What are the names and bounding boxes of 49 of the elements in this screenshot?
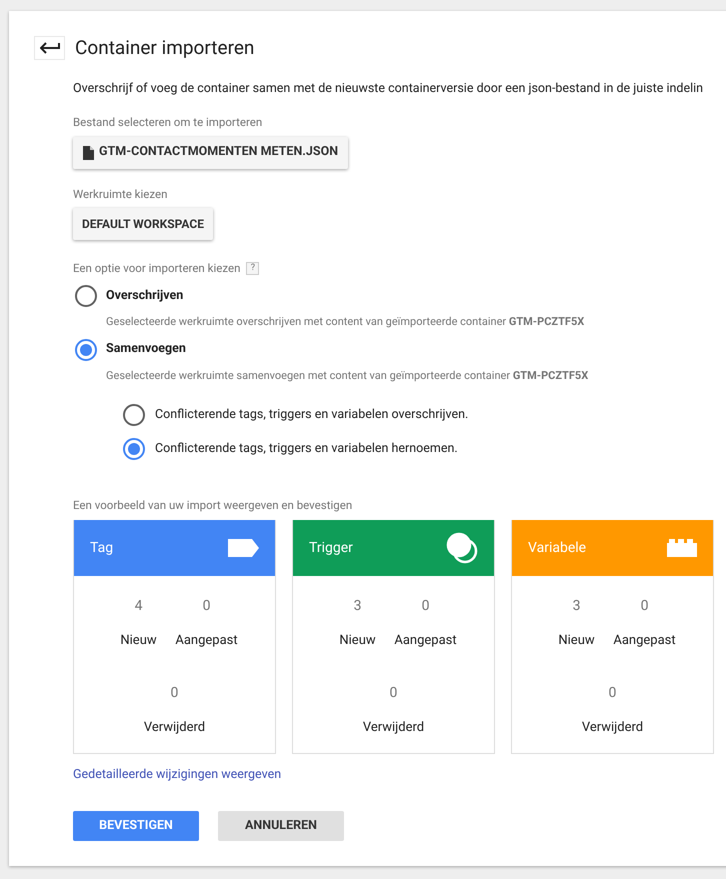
circles-icon <box>446 532 478 564</box>
count: 0 <box>422 597 430 616</box>
count-label: Aangepast <box>613 632 676 650</box>
count-label: Aangepast <box>175 632 238 650</box>
tag-icon <box>228 539 259 558</box>
option-description: Geselecteerde werkruimte samenvoegen met content van geïmporteerde container GTM-PCZTF5X <box>106 368 590 384</box>
option-label: Samenvoegen <box>106 340 186 358</box>
card-title: Trigger <box>309 538 353 558</box>
option-label: Overschrijven <box>106 286 184 305</box>
option-label: Conflicterende tags, triggers en variabelen overschrijven. <box>155 406 468 424</box>
count-label: Verwijderd <box>144 718 206 737</box>
card-title: Variabele <box>528 538 586 558</box>
field-label: Een voorbeeld van uw import weergeven en bevestigen <box>73 497 354 514</box>
field-label: Een optie voor importeren kiezen <box>73 260 240 277</box>
back-arrow-icon <box>40 42 60 54</box>
option-label: Conflicterende tags, triggers en variabelen hernoemen. <box>155 440 458 458</box>
confirm-button[interactable]: BEVESTIGEN <box>73 811 199 842</box>
description: Overschrijf of voeg de container samen met de nieuwste containerversie door een json-bestand in de juiste indelin <box>73 80 704 98</box>
file-icon <box>83 146 94 160</box>
option-description: Geselecteerde werkruimte overschrijven met content van geïmporteerde container GTM-PCZTF5X <box>106 314 586 330</box>
radio-button[interactable] <box>123 438 145 460</box>
count-label: Verwijderd <box>582 718 644 737</box>
count: 3 <box>354 597 362 616</box>
workspace-button[interactable]: DEFAULT WORKSPACE <box>73 208 213 240</box>
radio-button[interactable] <box>123 404 145 426</box>
count: 0 <box>202 597 210 616</box>
count-label: Nieuw <box>339 632 376 650</box>
field-label: Bestand selecteren om te importeren <box>73 114 264 132</box>
count-label: Verwijderd <box>362 718 424 737</box>
count: 0 <box>640 597 648 616</box>
count: 4 <box>134 597 142 616</box>
cancel-button[interactable]: ANNULEREN <box>218 811 344 842</box>
help-badge[interactable]: ? <box>246 262 260 275</box>
count-label: Nieuw <box>558 632 595 650</box>
count: 0 <box>390 684 398 703</box>
card-title: Tag <box>90 538 114 558</box>
field-label: Werkruimte kiezen <box>73 186 168 202</box>
count-label: Aangepast <box>394 632 457 650</box>
brick-icon <box>667 539 697 558</box>
count: 0 <box>608 684 616 703</box>
radio-button[interactable] <box>75 338 97 360</box>
radio-button[interactable] <box>75 285 97 307</box>
count: 3 <box>572 597 580 616</box>
back-button[interactable] <box>34 36 65 60</box>
dialog-title: Container importeren <box>75 35 254 61</box>
count-label: Nieuw <box>120 632 157 650</box>
file-button[interactable]: GTM-CONTACTMOMENTEN METEN.JSON <box>73 136 348 168</box>
count: 0 <box>170 684 178 703</box>
details-link[interactable]: Gedetailleerde wijzigingen weergeven <box>73 766 282 785</box>
